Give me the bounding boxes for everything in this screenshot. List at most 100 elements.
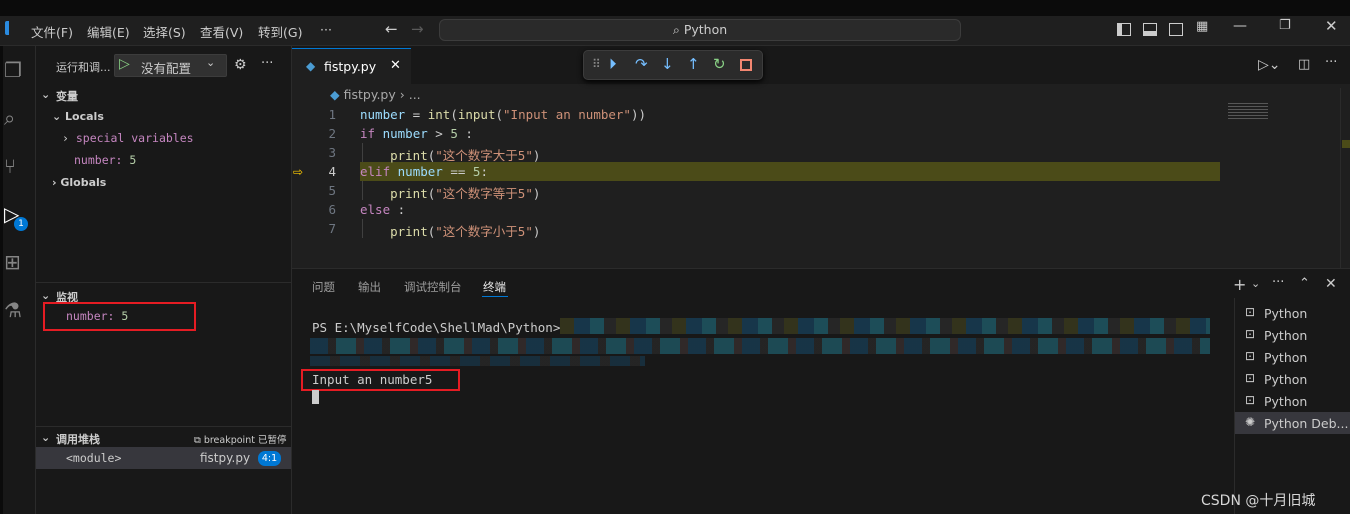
new-terminal-icon[interactable]: + [1233,275,1246,294]
code-token: = [405,107,428,122]
testing-icon[interactable]: ⚗ [4,298,22,322]
menu-go[interactable]: 转到(G) [258,22,302,41]
toggle-sidebar-icon[interactable] [1117,23,1131,36]
toggle-panel-icon[interactable] [1143,23,1157,36]
chevron-down-icon[interactable]: ⌄ [1251,277,1260,290]
restore-icon[interactable]: ❐ [1279,18,1291,33]
watch-value: 5 [121,309,129,323]
extensions-icon[interactable]: ⊞ [4,250,21,274]
step-out-icon[interactable]: ↑ [687,55,700,73]
menu-edit[interactable]: 编辑(E) [87,22,130,41]
tab-label: fistpy.py [324,59,377,74]
menu-more[interactable]: ··· [320,22,332,37]
code-token: "这个数字等于5" [435,186,533,201]
menu-selection[interactable]: 选择(S) [143,22,186,41]
split-editor-icon[interactable]: ◫ [1298,57,1310,72]
minimap[interactable] [1228,103,1268,119]
stop-icon[interactable] [740,59,752,71]
tab-terminal[interactable]: 终端 [483,279,506,295]
locals-scope[interactable]: ⌄ Locals [52,110,104,123]
code-token: : [457,126,473,141]
variables-section-title[interactable]: 变量 [56,88,78,104]
code-token: : [390,202,406,217]
chevron-down-icon[interactable]: ⌄ [41,431,50,444]
code-token: number [382,126,428,141]
tab-output[interactable]: 输出 [358,279,381,295]
indent-guide [362,219,363,238]
start-debug-icon[interactable]: ▷ [119,56,130,72]
terminal-list-item[interactable]: ✺ Python Deb... [1235,412,1350,434]
more-actions-icon[interactable]: ··· [261,56,273,71]
terminal-list-item[interactable]: ⊡ Python [1235,368,1350,390]
line-code: print("这个数字等于5") [360,183,540,202]
terminal-list-item[interactable]: ⊡ Python [1235,346,1350,368]
code-token: 5 [450,126,458,141]
terminal-list-item[interactable]: ⊡ Python [1235,390,1350,412]
terminal-area[interactable] [292,298,1234,514]
step-into-icon[interactable]: ↓ [661,55,674,73]
command-center-search[interactable]: ⌕ Python [439,19,961,41]
more-actions-icon[interactable]: ··· [1325,55,1337,70]
code-token: number [360,107,406,122]
line-code: if number > 5 : [360,126,473,141]
config-label: 没有配置 [141,61,192,76]
stack-frame-position: 4:1 [258,451,281,466]
globals-scope[interactable]: › Globals [52,176,106,189]
close-panel-icon[interactable]: ✕ [1325,276,1337,292]
more-actions-icon[interactable]: ··· [1272,275,1284,290]
toggle-secondary-sidebar-icon[interactable] [1169,23,1183,36]
terminal-list-item[interactable]: ⊡ Python [1235,324,1350,346]
code-token: ( [495,107,504,122]
forward-arrow-icon[interactable]: → [411,20,424,38]
restart-icon[interactable]: ↻ [713,55,726,73]
maximize-panel-icon[interactable]: ⌃ [1299,276,1310,291]
code-token: else [360,202,391,217]
tab-debug-console[interactable]: 调试控制台 [404,279,462,295]
continue-icon[interactable]: ⏵ [609,55,617,73]
locals-label: Locals [65,110,104,123]
line-code: else : [360,202,405,217]
python-file-icon: ◆ [330,87,340,102]
search-icon[interactable]: ⌕ [4,106,15,130]
explorer-icon[interactable]: ❐ [4,58,22,82]
debug-badge: 1 [14,217,28,231]
menu-view[interactable]: 查看(V) [200,22,243,41]
variable-number[interactable]: number: 5 [74,153,136,167]
chevron-right-icon: › [62,131,76,145]
chevron-down-icon[interactable]: ⌄ [41,88,50,101]
code-token: int [427,107,451,122]
terminal-icon: ⊡ [1245,327,1256,341]
chevron-down-icon[interactable]: ⌄ [41,289,50,302]
step-over-icon[interactable]: ↷ [635,55,648,73]
terminal-list-item[interactable]: ⊡ Python [1235,302,1350,324]
editor-scrollbar[interactable] [1340,88,1350,268]
drag-handle-icon[interactable]: ⠿ [592,57,601,71]
line-number: 7 [328,221,336,236]
tab-problems[interactable]: 问题 [312,279,335,295]
run-python-icon[interactable]: ▷⌄ [1258,57,1281,73]
code-token: "这个数字小于5" [435,224,533,239]
watch-name: number: [66,309,115,323]
gear-icon[interactable]: ⚙ [234,57,247,73]
code-token: if [360,126,376,141]
code-token: ) [532,224,541,239]
code-token: ) [532,148,541,163]
minimize-icon[interactable]: — [1233,18,1247,34]
breadcrumb[interactable]: ◆ fistpy.py › ... [330,87,421,102]
special-variables-node[interactable]: › special variables [62,131,194,145]
customize-layout-icon[interactable]: ▦ [1196,19,1208,34]
code-token: "Input an number" [503,107,631,122]
code-token: "这个数字大于5" [435,148,533,163]
close-window-icon[interactable]: ✕ [1325,17,1338,35]
close-tab-icon[interactable]: ✕ [390,58,401,73]
callstack-section-title[interactable]: 调用堆栈 [56,431,100,447]
line-number: 1 [328,107,336,122]
breadcrumb-more: ... [408,87,421,102]
menu-file[interactable]: 文件(F) [31,22,73,41]
search-label: Python [683,22,728,37]
source-control-icon[interactable]: ⑂ [4,154,16,178]
watch-expression[interactable]: number: 5 [66,309,128,323]
back-arrow-icon[interactable]: ← [385,20,398,38]
